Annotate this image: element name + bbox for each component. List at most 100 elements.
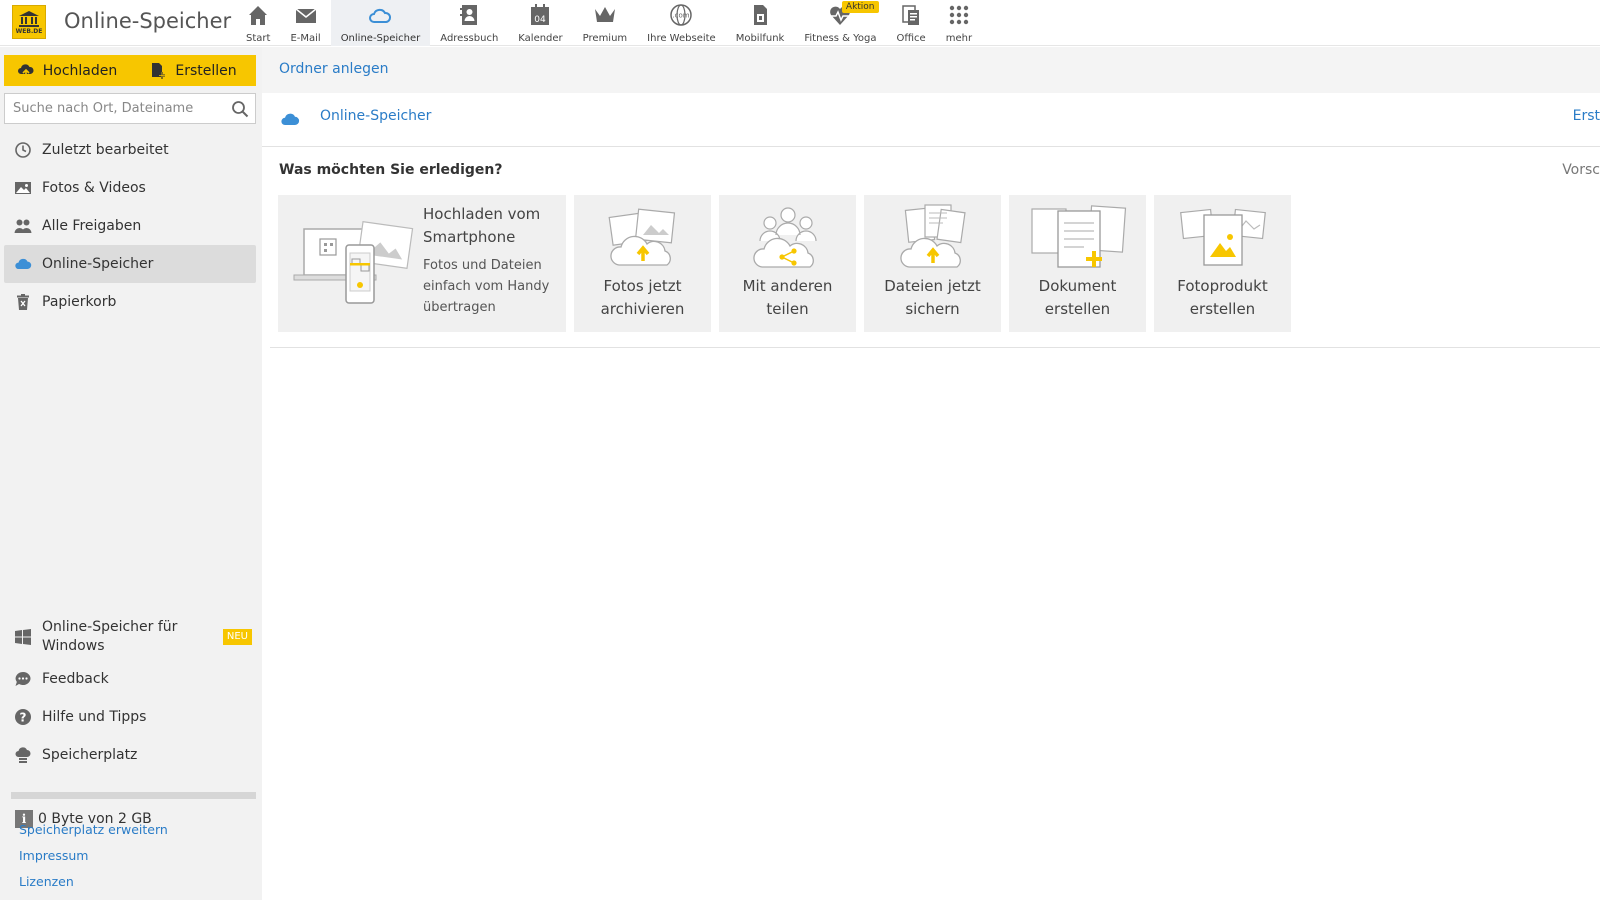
sim-card-icon xyxy=(754,5,768,25)
mail-icon xyxy=(295,8,317,23)
breadcrumb-right-link[interactable]: Erst xyxy=(1573,108,1600,124)
cloud-icon xyxy=(281,113,300,125)
storage-cloud-icon xyxy=(14,746,32,764)
tile-dokument-erstellen[interactable]: Dokument erstellen xyxy=(1009,195,1146,332)
create-file-icon xyxy=(152,62,166,79)
sidebar-item-papierkorb[interactable]: Papierkorb xyxy=(4,283,256,321)
globe-text: .com xyxy=(673,12,690,20)
tile-label: Fotos jetzt archivieren xyxy=(600,277,685,318)
sidebar-item-hilfe[interactable]: ? Hilfe und Tipps xyxy=(4,698,256,736)
action-tiles: Hochladen vom Smartphone Fotos und Datei… xyxy=(278,195,1291,332)
home-icon xyxy=(249,6,268,25)
photo-archive-icon xyxy=(608,208,675,266)
sidebar-item-fotos[interactable]: Fotos & Videos xyxy=(4,169,256,207)
share-people-icon xyxy=(752,207,817,268)
tile-label: Dokument erstellen xyxy=(1038,277,1117,318)
tile-fotos-archivieren[interactable]: Fotos jetzt archivieren xyxy=(574,195,711,332)
sidebar-item-label: Alle Freigaben xyxy=(42,218,142,234)
sidebar-item-label: Feedback xyxy=(42,671,109,687)
nav-online-speicher[interactable]: Online-Speicher xyxy=(330,0,431,46)
people-icon xyxy=(14,217,32,235)
breadcrumb: Online-Speicher Erst xyxy=(262,93,1600,147)
sidebar-item-label: Papierkorb xyxy=(42,294,117,310)
main-nav: Start E-Mail Online-Speicher Adressbuch … xyxy=(236,0,982,46)
sidebar-item-feedback[interactable]: Feedback xyxy=(4,660,256,698)
question-icon: ? xyxy=(14,708,32,726)
clock-icon xyxy=(14,141,32,159)
grid-icon xyxy=(949,5,969,25)
nav-mehr[interactable]: mehr xyxy=(936,0,982,46)
tile-dateien-sichern[interactable]: Dateien jetzt sichern xyxy=(864,195,1001,332)
sidebar-item-online-speicher[interactable]: Online-Speicher xyxy=(4,245,256,283)
nav-fitness[interactable]: Fitness & Yoga Aktion xyxy=(794,0,886,46)
calendar-day: 04 xyxy=(535,15,547,25)
sidebar-item-freigaben[interactable]: Alle Freigaben xyxy=(4,207,256,245)
top-bar: WEB.DE Online-Speicher Start E-Mail Onli… xyxy=(0,0,1600,46)
sidebar-item-zuletzt[interactable]: Zuletzt bearbeitet xyxy=(4,131,256,169)
nav-premium[interactable]: Premium xyxy=(573,0,638,46)
nav-adressbuch[interactable]: Adressbuch xyxy=(430,0,508,46)
document-create-icon xyxy=(1030,205,1126,268)
sidebar: Hochladen Erstellen Zuletzt bearbeitet F… xyxy=(0,47,262,900)
tile-description: Fotos und Dateien einfach vom Handy über… xyxy=(423,258,550,315)
nav-kalender[interactable]: 04 Kalender xyxy=(508,0,572,46)
sidebar-item-label: Online-Speicher xyxy=(42,256,154,272)
tile-title: Hochladen vom Smartphone xyxy=(423,205,541,246)
tile-fotoprodukt-erstellen[interactable]: Fotoprodukt erstellen xyxy=(1154,195,1291,332)
aktion-badge: Aktion xyxy=(841,1,879,13)
link-impressum[interactable]: Impressum xyxy=(19,848,88,863)
search-input[interactable] xyxy=(5,94,220,123)
smartphone-upload-icon xyxy=(293,221,414,304)
photo-product-icon xyxy=(1179,208,1266,266)
nav-mobilfunk[interactable]: Mobilfunk xyxy=(726,0,795,46)
webde-logo[interactable]: WEB.DE xyxy=(12,5,46,39)
tile-label: Mit anderen teilen xyxy=(742,277,833,318)
sidebar-item-speicherplatz[interactable]: Speicherplatz xyxy=(4,736,256,774)
upload-button[interactable]: Hochladen xyxy=(4,55,130,86)
nav-label: Kalender xyxy=(518,33,563,44)
tile-label: Dateien jetzt sichern xyxy=(884,277,981,318)
nav-label: Ihre Webseite xyxy=(647,33,716,44)
upload-label: Hochladen xyxy=(42,62,118,79)
tile-label: Fotoprodukt erstellen xyxy=(1177,277,1268,318)
chat-bubble-icon xyxy=(14,670,32,688)
upload-create-bar: Hochladen Erstellen xyxy=(4,55,256,86)
upload-cloud-icon xyxy=(17,63,34,79)
content-divider xyxy=(270,347,1600,348)
section-title: Was möchten Sie erledigen? xyxy=(279,162,503,178)
cloud-icon xyxy=(14,255,32,273)
calendar-icon: 04 xyxy=(531,4,550,25)
nav-email[interactable]: E-Mail xyxy=(280,0,330,46)
sidebar-item-label: Speicherplatz xyxy=(42,747,138,763)
search-box xyxy=(4,93,256,124)
sidebar-item-label: Fotos & Videos xyxy=(42,180,146,196)
section-right-link[interactable]: Vorsc xyxy=(1562,162,1600,178)
nav-label: Adressbuch xyxy=(440,33,499,44)
search-icon[interactable] xyxy=(231,100,249,118)
create-label: Erstellen xyxy=(175,62,237,79)
sidebar-item-windows[interactable]: Online-Speicher für Windows NEU xyxy=(4,614,256,660)
nav-label: Start xyxy=(246,33,271,44)
app-title: Online-Speicher xyxy=(64,9,232,33)
link-lizenzen[interactable]: Lizenzen xyxy=(19,874,74,889)
nav-label: Premium xyxy=(582,33,628,44)
nav-webseite[interactable]: .com Ihre Webseite xyxy=(637,0,726,46)
nav-office[interactable]: Office xyxy=(887,0,936,46)
tile-smartphone-upload[interactable]: Hochladen vom Smartphone Fotos und Datei… xyxy=(278,195,566,332)
main-content: Ordner anlegen Online-Speicher Erst Was … xyxy=(262,47,1600,900)
nav-start[interactable]: Start xyxy=(236,0,280,46)
office-icon xyxy=(902,5,920,25)
sidebar-item-label: Zuletzt bearbeitet xyxy=(42,142,169,158)
storage-usage-bar xyxy=(11,792,256,799)
breadcrumb-item-online-speicher[interactable]: Online-Speicher xyxy=(320,108,431,124)
nav-label: mehr xyxy=(945,33,973,44)
nav-label: Mobilfunk xyxy=(735,33,785,44)
create-folder-link[interactable]: Ordner anlegen xyxy=(279,61,388,77)
link-speicherplatz-erweitern[interactable]: Speicherplatz erweitern xyxy=(19,822,168,837)
crown-icon xyxy=(594,7,615,22)
tile-mit-anderen-teilen[interactable]: Mit anderen teilen xyxy=(719,195,856,332)
logo-building-icon xyxy=(19,10,39,27)
cloud-icon xyxy=(369,8,392,23)
create-button[interactable]: Erstellen xyxy=(130,55,256,86)
sidebar-item-label: Hilfe und Tipps xyxy=(42,709,147,725)
